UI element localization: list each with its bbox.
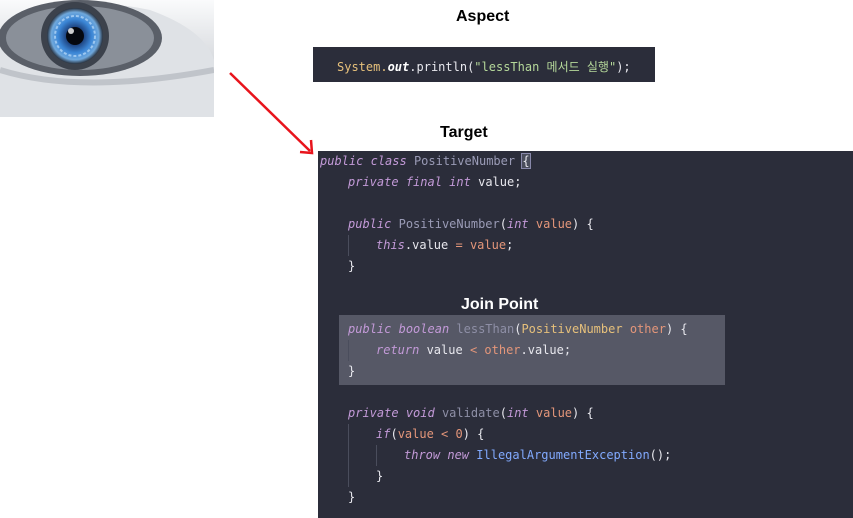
indent-guide bbox=[348, 340, 349, 361]
code-token: < bbox=[433, 427, 456, 441]
code-token: return bbox=[376, 343, 420, 357]
code-token: int bbox=[506, 217, 529, 231]
code-line: public PositiveNumber(int value) { bbox=[348, 214, 594, 235]
code-token: if bbox=[376, 427, 391, 441]
code-token: boolean bbox=[398, 322, 450, 336]
code-line: if(value < 0) { bbox=[376, 424, 484, 445]
code-token: ; bbox=[506, 238, 514, 252]
code-token: other bbox=[622, 322, 666, 336]
aspect-label: Aspect bbox=[456, 8, 510, 25]
code-line: throw new IllegalArgumentException(); bbox=[404, 445, 671, 466]
code-token: private bbox=[348, 406, 399, 420]
code-token: value bbox=[535, 217, 573, 231]
code-token: value bbox=[397, 427, 434, 441]
code-token: private bbox=[348, 175, 399, 189]
code-token: } bbox=[348, 259, 356, 273]
code-token: PositiveNumber bbox=[398, 217, 500, 231]
code-token: PositiveNumber bbox=[521, 322, 623, 336]
code-token: ) { bbox=[665, 322, 688, 336]
aspect-code-block: System.out.println("lessThan 메서드 실행"); bbox=[313, 47, 655, 82]
code-token: this bbox=[376, 238, 405, 252]
join-point-label: Join Point bbox=[461, 296, 539, 313]
code-token: } bbox=[348, 364, 356, 378]
target-code-block: Join Point public class PositiveNumber {… bbox=[318, 151, 853, 518]
code-token: ( bbox=[390, 427, 398, 441]
robot-eye-image bbox=[0, 0, 214, 117]
code-line: private void validate(int value) { bbox=[348, 403, 594, 424]
code-token: public bbox=[320, 154, 364, 168]
code-token: int bbox=[506, 406, 529, 420]
code-line: } bbox=[348, 487, 355, 508]
code-token: .value bbox=[404, 238, 456, 252]
code-token: System. bbox=[337, 60, 388, 74]
target-label: Target bbox=[440, 124, 488, 141]
code-token: value; bbox=[478, 175, 522, 189]
code-token: value bbox=[419, 343, 470, 357]
code-token: PositiveNumber bbox=[413, 154, 516, 168]
pointer-arrow bbox=[229, 72, 314, 155]
code-token: ) { bbox=[462, 427, 485, 441]
code-token: "lessThan 메서드 실행" bbox=[474, 60, 617, 74]
code-token: ( bbox=[499, 217, 507, 231]
code-token: final bbox=[405, 175, 442, 189]
code-line: } bbox=[348, 256, 355, 277]
code-token: } bbox=[376, 469, 384, 483]
code-token: throw bbox=[404, 448, 441, 462]
code-token: value bbox=[462, 238, 507, 252]
code-line: return value < other.value; bbox=[376, 340, 571, 361]
code-line: private final int value; bbox=[348, 172, 521, 193]
code-token: lessThan bbox=[456, 322, 515, 336]
code-token: IllegalArgumentException bbox=[476, 448, 650, 462]
code-token: .value; bbox=[520, 343, 572, 357]
code-token: int bbox=[449, 175, 471, 189]
code-token: class bbox=[370, 154, 407, 168]
code-token: ( bbox=[499, 406, 507, 420]
code-token: ) { bbox=[572, 406, 594, 420]
code-token: 0 bbox=[455, 427, 463, 441]
code-token: = bbox=[455, 238, 463, 252]
code-token: void bbox=[405, 406, 435, 420]
code-token: public bbox=[348, 322, 392, 336]
indent-guide bbox=[348, 235, 349, 256]
code-line: public class PositiveNumber { bbox=[320, 151, 531, 172]
code-token: new bbox=[447, 448, 470, 462]
code-token: } bbox=[348, 490, 356, 504]
code-token: { bbox=[521, 153, 531, 169]
code-token: validate bbox=[441, 406, 500, 420]
indent-guide bbox=[376, 445, 377, 466]
code-token: .println( bbox=[409, 60, 475, 74]
code-token: value bbox=[528, 406, 573, 420]
indent-guide bbox=[348, 424, 349, 487]
code-line: } bbox=[376, 466, 383, 487]
code-line: public boolean lessThan(PositiveNumber o… bbox=[348, 319, 688, 340]
code-token: other bbox=[477, 343, 521, 357]
code-token: public bbox=[348, 217, 392, 231]
code-token: ); bbox=[616, 60, 631, 74]
code-token: ) { bbox=[572, 217, 594, 231]
code-line: } bbox=[348, 361, 355, 382]
code-token: (); bbox=[649, 448, 672, 462]
code-token: out bbox=[387, 60, 410, 74]
code-line: this.value = value; bbox=[376, 235, 513, 256]
